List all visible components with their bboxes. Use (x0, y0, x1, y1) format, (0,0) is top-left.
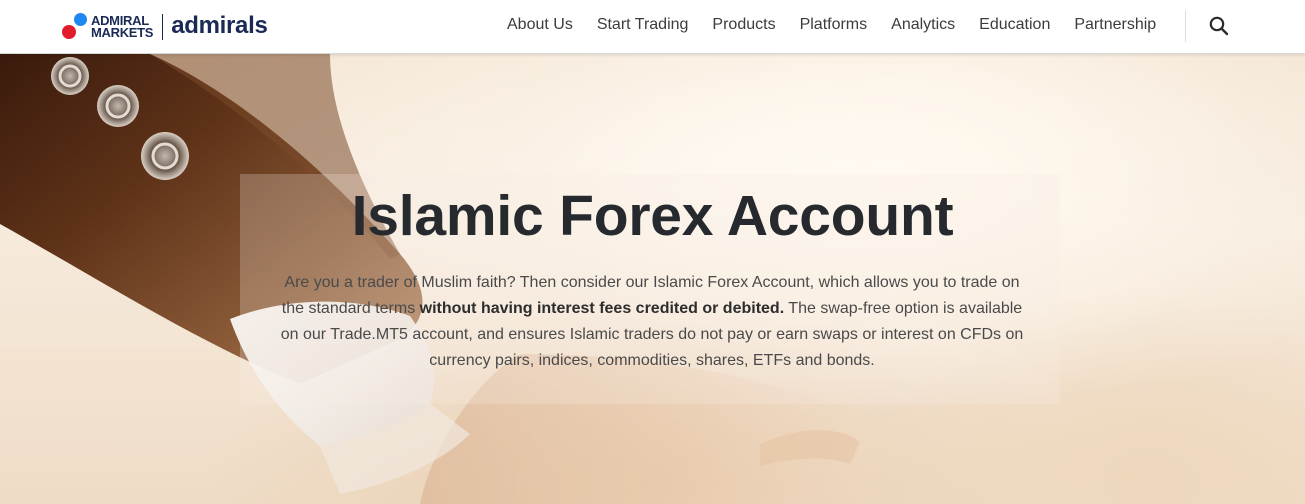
hero-description: Are you a trader of Muslim faith? Then c… (276, 270, 1028, 374)
page-title: Islamic Forex Account (351, 184, 954, 248)
admiral-markets-logo[interactable]: ADMIRAL MARKETS admirals (62, 12, 268, 42)
logo-line2: MARKETS (91, 25, 154, 40)
nav-analytics[interactable]: Analytics (879, 16, 967, 34)
nav-products[interactable]: Products (700, 16, 787, 34)
logo-wordmark-admirals: admirals (171, 12, 268, 39)
logo-dots-icon (62, 12, 90, 42)
hero-section: Islamic Forex Account Are you a trader o… (0, 54, 1305, 504)
hero-description-bold: without having interest fees credited or… (419, 300, 785, 317)
search-icon (1209, 16, 1229, 36)
nav-partnership[interactable]: Partnership (1062, 16, 1168, 34)
logo-divider (162, 14, 164, 40)
nav-divider (1185, 10, 1186, 42)
logo-red-dot (62, 25, 76, 39)
nav-education[interactable]: Education (967, 16, 1062, 34)
site-header: ADMIRAL MARKETS admirals About Us Start … (0, 0, 1305, 54)
nav-platforms[interactable]: Platforms (788, 16, 880, 34)
nav-start-trading[interactable]: Start Trading (585, 16, 701, 34)
logo-blue-dot (74, 13, 87, 26)
main-nav: About Us Start Trading Products Platform… (495, 0, 1168, 50)
search-button[interactable] (1206, 13, 1232, 39)
hero-content: Islamic Forex Account Are you a trader o… (0, 54, 1305, 504)
logo-wordmark-admiral-markets: ADMIRAL MARKETS (91, 14, 154, 40)
nav-about-us[interactable]: About Us (495, 16, 585, 34)
